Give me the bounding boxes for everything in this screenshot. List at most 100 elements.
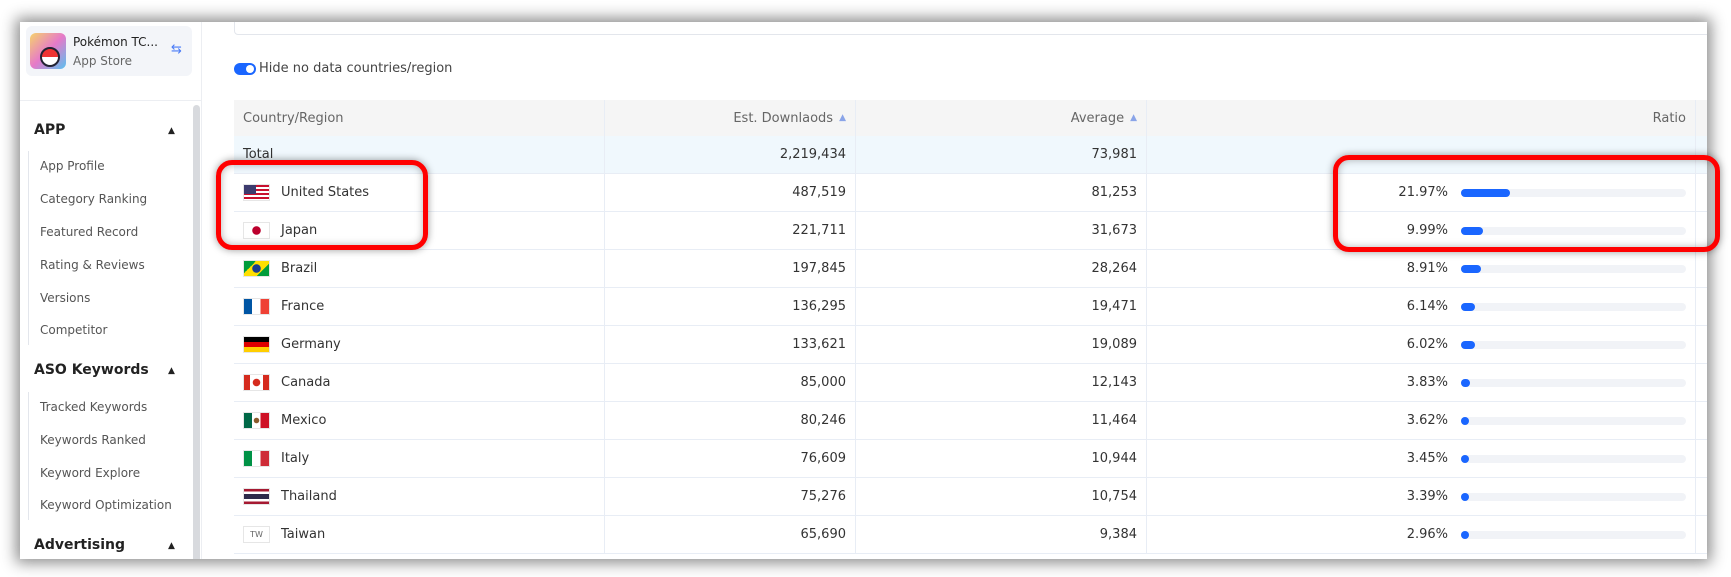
downloads-value: 75,276 [800,489,847,504]
ratio-value: 3.39% [1406,489,1448,504]
ratio-bar [1461,378,1686,387]
ratio-bar [1461,530,1686,539]
ratio-value: 8.91% [1406,261,1448,276]
average-value: 11,464 [1091,413,1138,428]
downloads-value: 85,000 [800,375,847,390]
average-value: 19,471 [1091,299,1138,314]
country-name: Germany [281,337,341,352]
swap-icon[interactable]: ⇆ [171,42,182,57]
sort-icon[interactable]: ▲ [1130,113,1137,123]
sort-icon[interactable]: ▲ [839,113,846,123]
nav-guide-line [28,392,29,520]
country-name: Thailand [281,489,337,504]
average-value: 9,384 [1099,527,1137,542]
downloads-value: 197,845 [792,261,846,276]
sort-average[interactable]: Average ▲ [856,100,1147,136]
ratio-bar [1461,264,1686,273]
flag-it-icon [243,450,270,467]
header-ratio: Ratio [1652,110,1686,126]
flag-br-icon [243,260,270,277]
app-icon [30,33,66,69]
sidebar-item[interactable]: Keyword Optimization [40,498,172,512]
country-name: Canada [281,375,331,390]
sidebar-item[interactable]: Featured Record [40,225,138,239]
table-row[interactable]: Germany 133,621 19,089 6.02% [234,326,1707,364]
top-panel [234,22,1707,35]
downloads-value: 80,246 [800,413,847,428]
downloads-value: 133,621 [792,337,846,352]
highlight-box-countries [216,160,428,250]
collapse-caret-icon[interactable]: ▲ [168,366,175,376]
average-value: 10,754 [1091,489,1138,504]
hide-no-data-toggle[interactable] [234,63,256,75]
table-header: Country/Region Est. Downlaods ▲ Average ▲ … [234,100,1707,136]
app-window: Pokémon TC... App Store ⇆ APP ▲ App Profil… [20,22,1707,559]
flag-th-icon [243,488,270,505]
table-row[interactable]: Mexico 80,246 11,464 3.62% [234,402,1707,440]
flag-mx-icon [243,412,270,429]
downloads-value: 65,690 [800,527,847,542]
table-row[interactable]: Italy 76,609 10,944 3.45% [234,440,1707,478]
sort-downloads[interactable]: Est. Downlaods ▲ [605,100,856,136]
ratio-bar-fill [1461,454,1469,463]
sidebar-section-header[interactable]: Advertising [34,537,125,553]
average-value: 81,253 [1091,185,1138,200]
country-name: Taiwan [281,527,326,542]
flag-fr-icon [243,298,270,315]
divider [20,100,202,101]
ratio-bar-fill [1461,416,1470,425]
sidebar-item[interactable]: Tracked Keywords [40,400,147,414]
table-row[interactable]: France 136,295 19,471 6.14% [234,288,1707,326]
ratio-bar-fill [1461,340,1475,349]
toggle-label: Hide no data countries/region [259,61,453,76]
sidebar-item[interactable]: Keyword Explore [40,466,140,480]
ratio-bar-fill [1461,378,1470,387]
flag-text: TW [250,530,263,539]
sidebar-section-header[interactable]: APP [34,122,65,138]
table-row[interactable]: Thailand 75,276 10,754 3.39% [234,478,1707,516]
app-name: Pokémon TC... [73,35,158,49]
ratio-bar-fill [1461,264,1482,273]
total-downloads: 2,219,434 [779,147,846,162]
ratio-value: 3.62% [1406,413,1448,428]
sidebar: Pokémon TC... App Store ⇆ APP ▲ App Profil… [20,22,202,559]
sidebar-item[interactable]: Category Ranking [40,192,147,206]
app-switcher[interactable]: Pokémon TC... App Store ⇆ [26,26,192,76]
header-average: Average [1070,110,1125,126]
collapse-caret-icon[interactable]: ▲ [168,541,175,551]
ratio-value: 6.02% [1406,337,1448,352]
sidebar-item[interactable]: App Profile [40,159,105,173]
ratio-bar-fill [1461,492,1469,501]
ratio-bar-fill [1461,302,1475,311]
highlight-box-ratios [1333,155,1720,252]
ratio-value: 3.45% [1406,451,1448,466]
ratio-value: 2.96% [1406,527,1448,542]
country-name: Italy [281,451,310,466]
sidebar-item[interactable]: Rating & Reviews [40,258,145,272]
ratio-value: 3.83% [1406,375,1448,390]
sidebar-section-header[interactable]: ASO Keywords [34,362,149,378]
flag-de-icon [243,336,270,353]
ratio-bar [1461,416,1686,425]
downloads-value: 487,519 [792,185,846,200]
sidebar-item[interactable]: Competitor [40,323,107,337]
ratio-bar-fill [1461,530,1469,539]
country-name: Brazil [281,261,318,276]
average-value: 19,089 [1091,337,1138,352]
sidebar-scrollbar[interactable] [193,105,200,559]
table-row[interactable]: Brazil 197,845 28,264 8.91% [234,250,1707,288]
ratio-bar [1461,340,1686,349]
header-downloads: Est. Downlaods [733,110,834,126]
downloads-value: 76,609 [800,451,847,466]
average-value: 31,673 [1091,223,1138,238]
sidebar-item[interactable]: Keywords Ranked [40,433,146,447]
sidebar-item[interactable]: Versions [40,291,90,305]
table-row[interactable]: Canada 85,000 12,143 3.83% [234,364,1707,402]
average-value: 10,944 [1091,451,1138,466]
average-value: 12,143 [1091,375,1138,390]
table-row[interactable]: TW Taiwan 65,690 9,384 2.96% [234,516,1707,554]
ratio-bar [1461,492,1686,501]
country-name: Mexico [281,413,327,428]
ratio-bar [1461,302,1686,311]
collapse-caret-icon[interactable]: ▲ [168,126,175,136]
